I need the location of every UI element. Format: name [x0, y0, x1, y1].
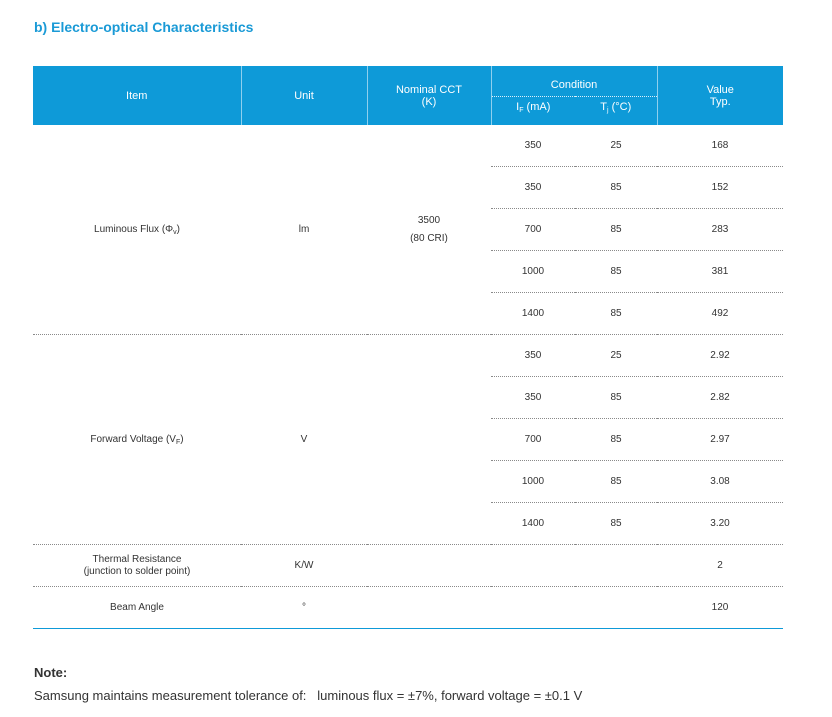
value-cell: 2.92 [657, 334, 784, 377]
header-cct-line1: Nominal CCT [395, 83, 462, 96]
if-cell: 700 [491, 208, 575, 251]
tj-cell: 85 [575, 166, 658, 209]
value-cell: 381 [657, 250, 784, 293]
tj-cell: 85 [575, 418, 658, 461]
header-condition: Condition [491, 66, 658, 97]
note-text: Samsung maintains measurement tolerance … [34, 688, 583, 703]
header-nominal-cct: Nominal CCT (K) [367, 66, 492, 125]
header-value: Value Typ. [657, 66, 784, 125]
if-cell: 350 [491, 166, 575, 209]
value-cell: 168 [657, 125, 784, 167]
note-title: Note: [34, 665, 68, 680]
beam-angle-unit: ° [241, 586, 367, 629]
table-row: Thermal Resistance (junction to solder p… [33, 544, 784, 587]
luminous-flux-unit: lm [241, 125, 367, 335]
table-row: Luminous Flux (Φv) lm 3500 (80 CRI) 350 … [33, 125, 784, 335]
table-row: Forward Voltage (VF) V 350 25 2.92 [33, 334, 784, 545]
if-cell: 1400 [491, 292, 575, 335]
luminous-flux-label: Luminous Flux (Φv) [33, 125, 241, 335]
tj-cell: 85 [575, 502, 658, 545]
thermal-resistance-value: 2 [657, 544, 784, 587]
beam-angle-label: Beam Angle [33, 586, 241, 629]
value-cell: 2.82 [657, 376, 784, 419]
if-cell: 350 [491, 376, 575, 419]
header-item: Item [33, 66, 242, 125]
tj-cell: 85 [575, 292, 658, 335]
if-cell: 350 [491, 334, 575, 377]
value-cell: 2.97 [657, 418, 784, 461]
value-cell: 283 [657, 208, 784, 251]
header-value-line1: Value [706, 83, 734, 96]
if-cell: 350 [491, 125, 575, 167]
table-row: Beam Angle ° 120 [33, 586, 784, 629]
value-cell: 3.08 [657, 460, 784, 503]
header-unit: Unit [241, 66, 368, 125]
header-tj: Tj (°C) [575, 96, 658, 125]
header-value-line2: Typ. [709, 95, 731, 108]
header-if: IF (mA) [491, 96, 575, 125]
if-cell: 1000 [491, 250, 575, 293]
tj-cell: 85 [575, 208, 658, 251]
header-cct-line2: (K) [421, 95, 437, 108]
forward-voltage-label: Forward Voltage (VF) [33, 334, 241, 545]
value-cell: 152 [657, 166, 784, 209]
tj-cell: 85 [575, 250, 658, 293]
if-cell: 700 [491, 418, 575, 461]
tj-cell: 85 [575, 376, 658, 419]
nominal-cct-value: 3500 (80 CRI) [367, 125, 491, 335]
tj-cell: 85 [575, 460, 658, 503]
value-cell: 3.20 [657, 502, 784, 545]
tj-cell: 25 [575, 334, 658, 377]
thermal-resistance-label: Thermal Resistance (junction to solder p… [33, 544, 241, 587]
electro-optical-table: Item Unit Nominal CCT (K) Condition Valu… [33, 66, 784, 629]
if-cell: 1400 [491, 502, 575, 545]
beam-angle-value: 120 [657, 586, 784, 629]
if-cell: 1000 [491, 460, 575, 503]
thermal-resistance-unit: K/W [241, 544, 367, 587]
forward-voltage-cct-empty [367, 334, 491, 545]
section-title: b) Electro-optical Characteristics [34, 19, 254, 35]
forward-voltage-unit: V [241, 334, 367, 545]
tj-cell: 25 [575, 125, 658, 167]
value-cell: 492 [657, 292, 784, 335]
